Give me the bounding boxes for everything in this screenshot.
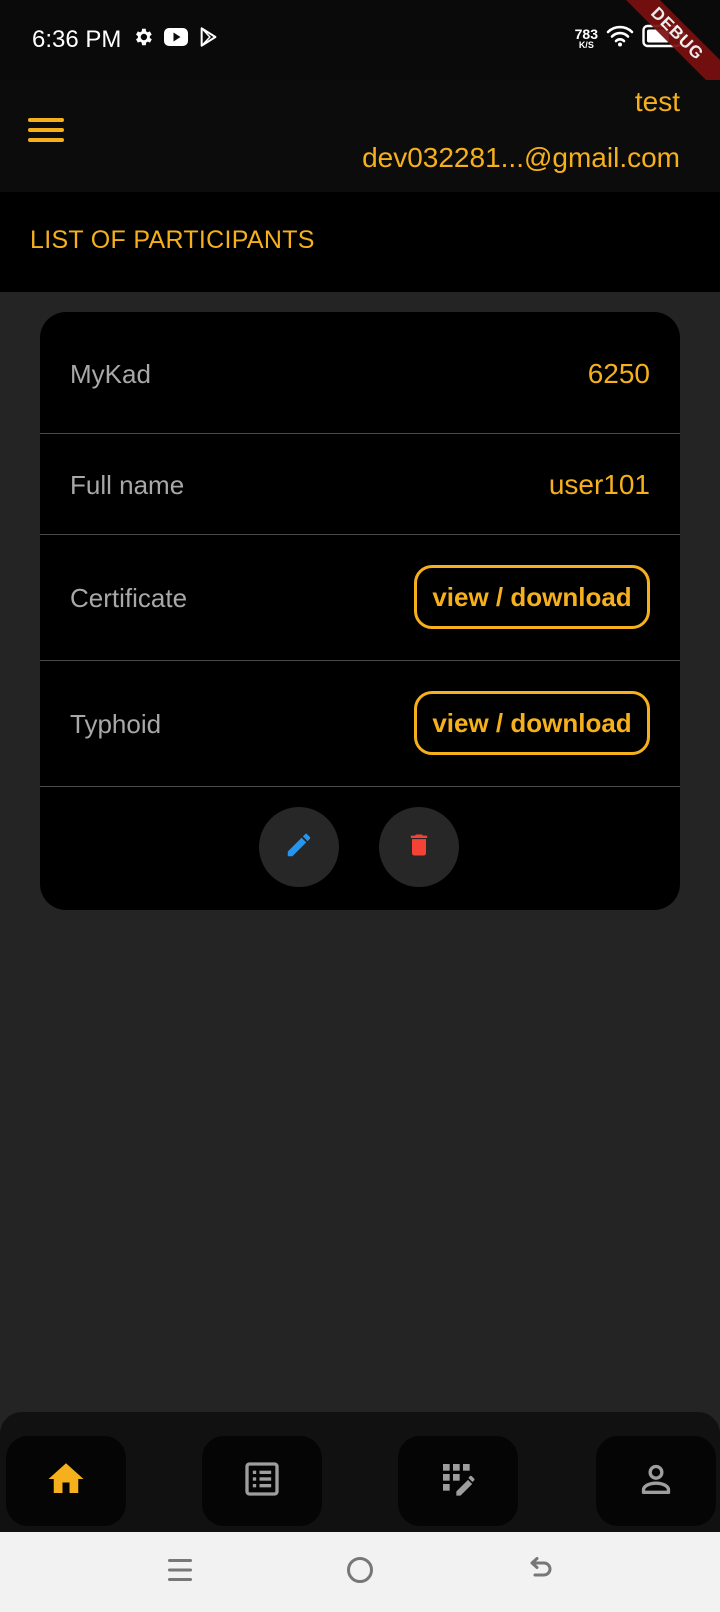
certificate-label: Certificate <box>70 583 188 613</box>
status-bar: 6:36 PM 783 K/S DEBUG <box>0 0 720 110</box>
certificate-row: Certificate view / download <box>40 535 680 661</box>
menu-icon-bar <box>28 128 64 132</box>
hamburger-menu-button[interactable] <box>28 118 68 150</box>
bottom-navigation <box>0 1412 720 1532</box>
typhoid-row: Typhoid view / download <box>40 661 680 787</box>
user-email: dev032281...@gmail.com <box>362 142 680 173</box>
system-navigation-bar <box>0 1532 720 1612</box>
wifi-icon <box>606 25 634 52</box>
section-title-bar: LIST OF PARTICIPANTS <box>0 192 720 292</box>
delete-button[interactable] <box>379 807 459 887</box>
home-icon <box>45 1458 87 1505</box>
mykad-row: MyKad 6250 <box>40 312 680 434</box>
edit-button[interactable] <box>259 807 339 887</box>
pencil-icon <box>284 830 314 865</box>
network-speed-unit: K/S <box>578 40 594 50</box>
trash-icon <box>405 830 433 865</box>
list-icon <box>242 1459 282 1504</box>
profile-icon <box>636 1459 676 1504</box>
certificate-view-download-button[interactable]: view / download <box>414 565 650 629</box>
mykad-value: 6250 <box>587 358 650 389</box>
page-title: LIST OF PARTICIPANTS <box>30 226 315 254</box>
status-time: 6:36 PM <box>32 26 122 53</box>
nav-edit-button[interactable] <box>398 1436 518 1526</box>
settings-icon <box>132 26 154 53</box>
full-name-value: user101 <box>548 469 650 500</box>
nav-home-button[interactable] <box>6 1436 126 1526</box>
youtube-icon <box>164 26 188 53</box>
full-name-row: Full name user101 <box>40 434 680 535</box>
back-icon <box>525 1555 555 1590</box>
system-home-button[interactable] <box>340 1554 380 1590</box>
network-speed-value: 783 <box>574 26 598 42</box>
app-screen: 6:36 PM 783 K/S DEBUG test dev032281...@… <box>0 0 720 1612</box>
mykad-label: MyKad <box>70 359 151 389</box>
nav-list-button[interactable] <box>202 1436 322 1526</box>
recents-icon <box>166 1555 194 1590</box>
recents-button[interactable] <box>160 1554 200 1590</box>
system-back-button[interactable] <box>520 1554 560 1590</box>
edit-grid-icon <box>438 1459 478 1504</box>
header-user-info: test dev032281...@gmail.com <box>362 84 680 176</box>
typhoid-label: Typhoid <box>70 709 162 739</box>
full-name-label: Full name <box>70 470 185 500</box>
menu-icon-bar <box>28 118 64 122</box>
nav-profile-button[interactable] <box>596 1436 716 1526</box>
status-left-icons <box>132 26 220 53</box>
play-store-icon <box>198 26 220 53</box>
menu-icon-bar <box>28 138 64 142</box>
network-speed: 783 K/S <box>575 27 598 50</box>
card-actions <box>40 787 680 909</box>
typhoid-view-download-button[interactable]: view / download <box>414 691 650 755</box>
participant-card: MyKad 6250 Full name user101 Certificate… <box>40 312 680 910</box>
app-header: test dev032281...@gmail.com <box>0 80 720 192</box>
user-name: test <box>634 86 680 117</box>
home-circle-icon <box>345 1555 375 1590</box>
